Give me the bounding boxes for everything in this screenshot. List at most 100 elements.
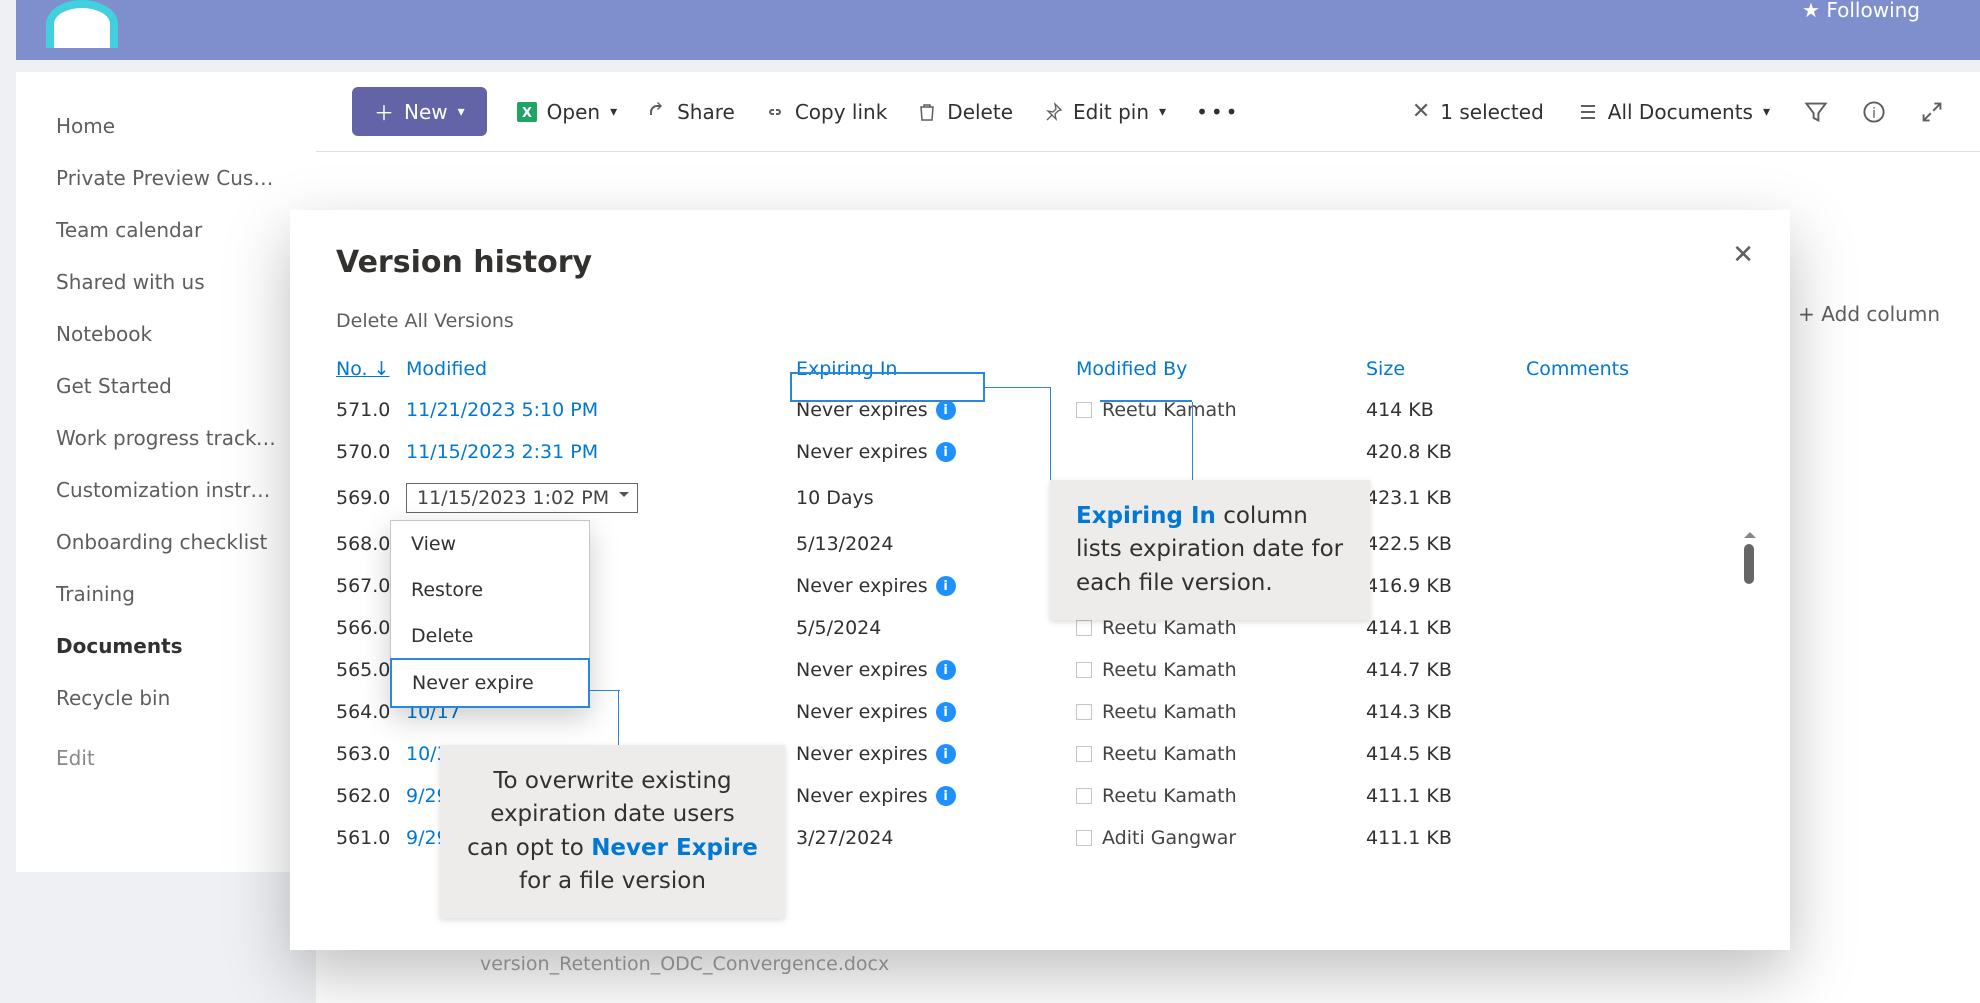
version-row[interactable]: 571.011/21/2023 5:10 PMNever expiresiRee… [336,389,1744,431]
col-no[interactable]: No. ↓ [336,358,406,380]
nav-item[interactable]: Training [16,568,316,620]
open-label: Open [547,100,600,124]
copylink-button[interactable]: Copy link [765,100,887,124]
command-bar: ＋ New ▾ X Open ▾ Share Copy link Delete … [316,72,1980,152]
info-icon[interactable]: i [936,744,956,764]
menu-item-restore[interactable]: Restore [391,567,589,613]
version-row[interactable]: 569.011/15/2023 1:02 PM10 Days423.1 KB [336,473,1744,523]
version-size: 411.1 KB [1366,827,1526,849]
info-icon[interactable]: i [936,442,956,462]
svg-text:i: i [1872,106,1876,122]
version-expiring: Never expiresi [796,743,1076,765]
info-pane-icon[interactable]: i [1862,100,1886,124]
presence-icon [1076,402,1092,418]
version-expiring: Never expiresi [796,785,1076,807]
share-icon [647,102,667,122]
selection-count-label: 1 selected [1440,100,1544,124]
col-modified[interactable]: Modified [406,358,796,380]
col-size[interactable]: Size [1366,358,1526,380]
editpin-label: Edit pin [1073,100,1149,124]
version-expiring: Never expiresi [796,575,1076,597]
presence-icon [1076,704,1092,720]
annotation-expiring-in: Expiring In column lists expiration date… [1050,480,1370,620]
version-expiring: 10 Days [796,487,1076,509]
expand-icon[interactable] [1920,100,1944,124]
dialog-title: Version history [336,245,1744,280]
partial-filename-under-modal: version_Retention_ODC_Convergence.docx [480,953,889,975]
info-icon[interactable]: i [936,660,956,680]
view-label: All Documents [1608,100,1753,124]
version-expiring: Never expiresi [796,701,1076,723]
chevron-down-icon: ▾ [458,104,465,120]
list-icon [1578,102,1598,122]
version-modified-by: Reetu Kamath [1076,617,1366,639]
version-modified-combo[interactable]: 11/15/2023 1:02 PM [406,483,638,513]
scrollbar-thumb[interactable] [1744,544,1754,584]
nav-item[interactable]: Customization instruction [16,464,316,516]
version-modified-link[interactable]: 11/21/2023 5:10 PM [406,399,796,421]
nav-item[interactable]: Shared with us [16,256,316,308]
version-size: 422.5 KB [1366,533,1526,555]
chevron-down-icon: ▾ [1159,104,1166,120]
nav-edit-link[interactable]: Edit [16,732,316,784]
dialog-scrollbar[interactable] [1742,526,1756,950]
nav-item[interactable]: Documents [16,620,316,672]
filter-icon[interactable] [1804,100,1828,124]
editpin-button[interactable]: Edit pin ▾ [1043,100,1166,124]
info-icon[interactable]: i [936,702,956,722]
nav-item[interactable]: Private Preview Customer… [16,152,316,204]
version-expiring: Never expiresi [796,659,1076,681]
nav-item[interactable]: Home [16,100,316,152]
menu-item-never-expire[interactable]: Never expire [390,658,590,708]
nav-item[interactable]: Onboarding checklist [16,516,316,568]
version-no: 570.0 [336,441,406,463]
version-modified-by: Reetu Kamath [1076,743,1366,765]
version-expiring: Never expiresi [796,441,1076,463]
version-expiring: Never expiresi [796,399,1076,421]
version-size: 414.3 KB [1366,701,1526,723]
version-modified-by: Reetu Kamath [1076,701,1366,723]
nav-item[interactable]: Team calendar [16,204,316,256]
version-no: 569.0 [336,487,406,509]
col-comments[interactable]: Comments [1526,358,1726,380]
info-icon[interactable]: i [936,786,956,806]
version-modified-by: Reetu Kamath [1076,785,1366,807]
pin-icon [1043,102,1063,122]
nav-item[interactable]: Notebook [16,308,316,360]
following-toggle[interactable]: Following [1802,0,1920,22]
version-modified-link[interactable]: 11/15/2023 2:31 PM [406,441,796,463]
sort-desc-icon: ↓ [374,358,390,380]
nav-item[interactable]: Work progress tracker [16,412,316,464]
col-expiring-in[interactable]: Expiring In [796,358,1076,380]
version-size: 416.9 KB [1366,575,1526,597]
menu-item-view[interactable]: View [391,521,589,567]
info-icon[interactable]: i [936,576,956,596]
chevron-down-icon: ▾ [1763,104,1770,120]
presence-icon [1076,662,1092,678]
version-modified-link[interactable]: 11/15/2023 1:02 PM [406,483,796,513]
version-expiring: 5/5/2024 [796,617,1076,639]
nav-item[interactable]: Recycle bin [16,672,316,724]
selection-count[interactable]: ✕ 1 selected [1412,99,1544,124]
new-button[interactable]: ＋ New ▾ [352,87,487,136]
menu-item-delete[interactable]: Delete [391,613,589,659]
nav-item[interactable]: Get Started [16,360,316,412]
version-no: 561.0 [336,827,406,849]
close-dialog-button[interactable]: ✕ [1732,240,1754,270]
info-icon[interactable]: i [936,400,956,420]
version-size: 414.7 KB [1366,659,1526,681]
trash-icon [917,102,937,122]
open-button[interactable]: X Open ▾ [517,100,617,124]
delete-button[interactable]: Delete [917,100,1013,124]
share-button[interactable]: Share [647,100,735,124]
excel-icon: X [517,102,537,122]
overflow-button[interactable]: ••• [1196,100,1240,124]
add-column-button[interactable]: + Add column [1798,302,1940,326]
view-switcher[interactable]: All Documents ▾ [1578,100,1770,124]
delete-all-versions-link[interactable]: Delete All Versions [336,310,1744,332]
version-row[interactable]: 570.011/15/2023 2:31 PMNever expiresi420… [336,431,1744,473]
annotation-never-expire: To overwrite existing expiration date us… [440,745,785,918]
col-modified-by[interactable]: Modified By [1076,358,1366,380]
clear-selection-icon[interactable]: ✕ [1412,99,1430,124]
version-no: 571.0 [336,399,406,421]
